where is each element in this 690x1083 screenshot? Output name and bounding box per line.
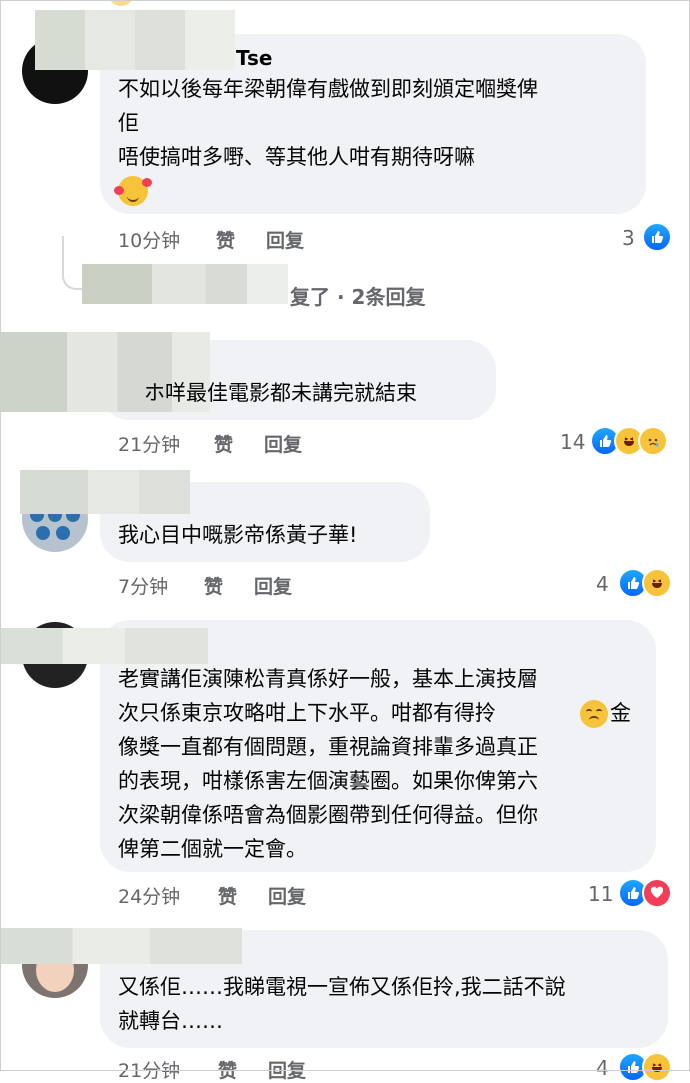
- comment-text-line: 老實講佢演陳松青真係好一般，基本上演技層: [118, 667, 538, 691]
- like-icon: [642, 222, 672, 252]
- reaction-icons[interactable]: [590, 426, 668, 456]
- reply-thread-connector: [62, 236, 84, 290]
- like-button[interactable]: 赞: [218, 882, 237, 909]
- reply-button[interactable]: 回复: [268, 1056, 306, 1083]
- redacted-name: [0, 928, 242, 964]
- redacted-name: [20, 470, 190, 514]
- commenter-name[interactable]: Tse: [236, 46, 272, 70]
- comment-time[interactable]: 24分钟: [118, 882, 180, 909]
- comment-text-line: ホ咩最佳電影都未講完就結束: [144, 381, 417, 405]
- haha-icon: [642, 568, 672, 598]
- redacted-name: [0, 628, 208, 664]
- redacted-avatar-and-name: [82, 264, 288, 304]
- reaction-count[interactable]: 4: [596, 572, 609, 596]
- comment-text-line: 唔使搞咁多嘢、等其他人咁有期待呀嘛: [118, 145, 475, 169]
- reaction-icons[interactable]: [618, 1052, 672, 1082]
- comment-time[interactable]: 10分钟: [118, 226, 180, 253]
- reaction-count[interactable]: 11: [588, 882, 613, 906]
- reply-button[interactable]: 回复: [264, 430, 302, 457]
- smiling-hearts-emoji-icon: [114, 176, 152, 206]
- sad-icon: [638, 426, 668, 456]
- comment-text-line: 佢: [118, 111, 139, 135]
- comment-text-tail: 金: [610, 701, 631, 725]
- like-button[interactable]: 赞: [216, 226, 235, 253]
- comment-text-line: 俾第二個就一定會。: [118, 837, 307, 861]
- love-icon: [642, 878, 672, 908]
- reaction-count[interactable]: 14: [560, 430, 585, 454]
- reaction-icons[interactable]: [642, 222, 672, 252]
- redacted-name: [35, 10, 235, 70]
- partial-emoji-icon: [108, 0, 134, 6]
- comment-time[interactable]: 21分钟: [118, 1056, 180, 1083]
- reply-button[interactable]: 回复: [268, 882, 306, 909]
- comment-text-line: 的表現，咁樣係害左個演藝圈。如果你俾第六: [118, 769, 538, 793]
- reaction-icons[interactable]: [618, 878, 672, 908]
- view-replies-link[interactable]: 复了 · 2条回复: [290, 281, 425, 310]
- reply-button[interactable]: 回复: [254, 572, 292, 599]
- comment-text-line: 次只係東京攻略咁上下水平。咁都有得拎: [118, 701, 496, 725]
- reply-button[interactable]: 回复: [266, 226, 304, 253]
- reaction-count[interactable]: 3: [622, 226, 635, 250]
- like-button[interactable]: 赞: [218, 1056, 237, 1083]
- comment-text-line: 就轉台……: [118, 1009, 223, 1033]
- comment-text-line: 又係佢……我睇電視一宣佈又係佢拎,我二話不說: [118, 975, 566, 999]
- weary-face-emoji-icon: [580, 700, 608, 728]
- comment-text-line: 我心目中嘅影帝係黃子華!: [118, 523, 358, 547]
- comment-time[interactable]: 21分钟: [118, 430, 180, 457]
- like-button[interactable]: 赞: [204, 572, 223, 599]
- reaction-icons[interactable]: [618, 568, 672, 598]
- like-button[interactable]: 赞: [214, 430, 233, 457]
- comment-text-line: 像獎一直都有個問題，重視論資排輩多過真正: [118, 735, 538, 759]
- comment-time[interactable]: 7分钟: [118, 572, 168, 599]
- haha-icon: [642, 1052, 672, 1082]
- comment-text-line: 次梁朝偉係唔會為個影圈帶到任何得益。但你: [118, 803, 538, 827]
- comment-text-line: 不如以後每年梁朝偉有戲做到即刻頒定嗰獎俾: [118, 77, 538, 101]
- reaction-count[interactable]: 4: [596, 1056, 609, 1080]
